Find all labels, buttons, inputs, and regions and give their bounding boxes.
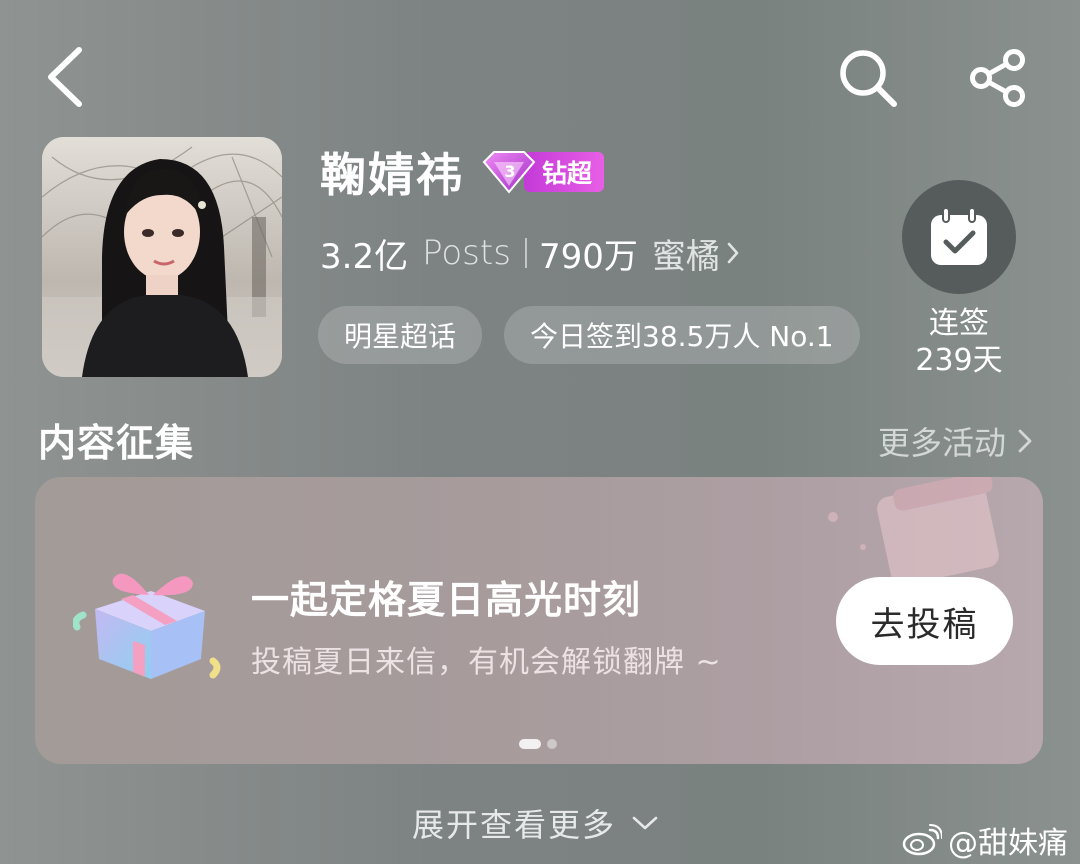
checkin-widget[interactable]: 连签 239天 <box>900 180 1018 380</box>
profile-name-row: 鞠婧祎 3 钻超 <box>320 140 605 204</box>
search-button[interactable] <box>832 42 904 114</box>
checkin-label: 连签 <box>929 306 989 341</box>
gift-icon <box>73 573 221 679</box>
fans-label[interactable]: 蜜橘 <box>652 229 720 278</box>
share-button[interactable] <box>962 42 1034 114</box>
avatar-photo <box>42 137 282 377</box>
search-icon <box>840 50 897 107</box>
posts-label: Posts <box>422 233 511 273</box>
more-activities-link[interactable]: 更多活动 <box>878 418 1036 464</box>
stats-divider <box>524 238 527 268</box>
carousel-dot <box>547 739 557 749</box>
activity-banner[interactable]: 一起定格夏日高光时刻 投稿夏日来信，有机会解锁翻牌 ~ 去投稿 <box>35 477 1043 764</box>
banner-subtitle: 投稿夏日来信，有机会解锁翻牌 ~ <box>251 645 722 680</box>
avatar[interactable] <box>42 137 282 377</box>
watermark: @甜妹痛 <box>902 818 1068 862</box>
chevron-left-icon <box>48 47 82 107</box>
diamond-icon: 3 <box>482 151 536 194</box>
banner-title: 一起定格夏日高光时刻 <box>251 578 642 622</box>
checkin-button[interactable] <box>902 180 1016 294</box>
badge-level: 3 <box>504 162 515 181</box>
back-button[interactable] <box>30 42 100 112</box>
weibo-logo-icon <box>902 824 942 856</box>
chevron-down-icon <box>632 816 658 830</box>
calendar-check-icon <box>931 207 987 265</box>
profile-stats: 3.2亿 Posts 790万 蜜橘 <box>320 228 740 278</box>
carousel-dot-active <box>519 739 541 749</box>
profile-chips: 明星超话 今日签到38.5万人 No.1 <box>318 306 874 366</box>
top-bar <box>0 0 1080 140</box>
chip-star-topic[interactable]: 明星超话 <box>318 306 483 364</box>
submit-button[interactable]: 去投稿 <box>836 577 1013 665</box>
checkin-days: 239天 <box>915 343 1003 378</box>
profile-name: 鞠婧祎 <box>320 148 464 202</box>
watermark-text: @甜妹痛 <box>948 826 1068 861</box>
expand-more-label[interactable]: 展开查看更多 <box>412 800 616 846</box>
posts-count: 3.2亿 <box>320 236 409 277</box>
chevron-right-icon <box>1018 429 1032 453</box>
fans-count[interactable]: 790万 <box>539 229 638 278</box>
section-title: 内容征集 <box>38 421 195 465</box>
more-activities-label[interactable]: 更多活动 <box>878 418 1006 464</box>
super-topic-badge[interactable]: 3 钻超 <box>480 150 605 194</box>
carousel-indicator <box>519 739 557 749</box>
chip-checkin-rank[interactable]: 今日签到38.5万人 No.1 <box>504 306 860 364</box>
share-icon <box>970 49 1025 107</box>
expand-more-button[interactable]: 展开查看更多 <box>412 800 660 846</box>
chevron-right-icon[interactable] <box>726 241 740 265</box>
